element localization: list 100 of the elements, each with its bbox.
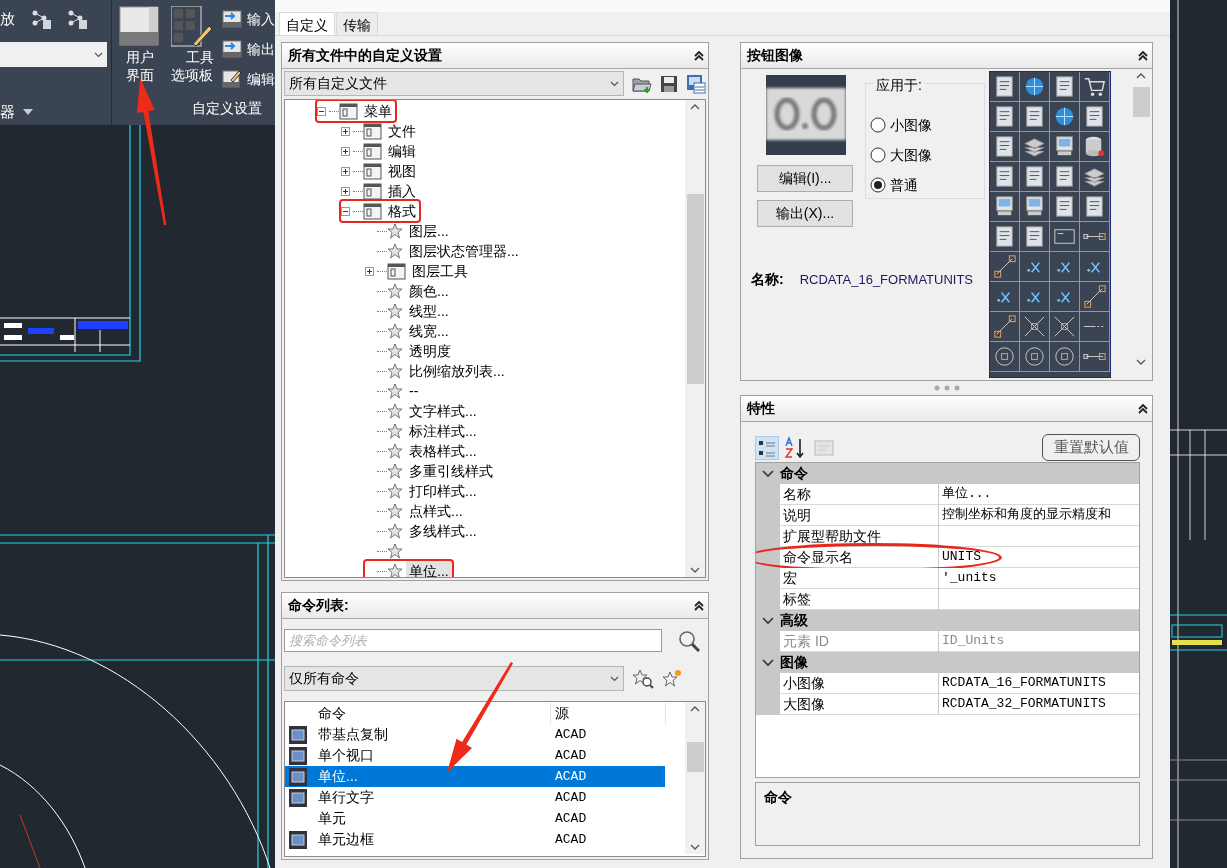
coordinate-icon[interactable] [1080,252,1110,282]
scroll-down-icon[interactable] [690,844,700,850]
ribbon-button[interactable]: 输入 [222,4,275,34]
radio-option[interactable]: 小图像 [870,110,984,140]
document-icon[interactable] [1050,72,1080,102]
scroll-thumb[interactable] [686,742,704,772]
tree-item[interactable]: 打印样式... [365,481,480,501]
star-search-icon[interactable] [632,668,654,689]
tree-item[interactable]: 线型... [365,301,452,321]
dashed-line-icon[interactable] [1080,312,1110,342]
document-icon[interactable] [990,72,1020,102]
command-row[interactable]: 单行文字 ACAD [285,787,665,808]
coordinate-icon[interactable] [1020,282,1050,312]
radio-option[interactable]: 普通 [870,170,984,200]
document-icon[interactable] [990,132,1020,162]
collapse-icon[interactable] [1137,49,1149,62]
expand-toggle-icon[interactable] [341,166,350,176]
line-node-icon[interactable] [1080,342,1110,372]
column-header[interactable]: 源 [551,702,666,724]
property-value[interactable]: 控制坐标和角度的显示精度和 [939,505,1139,526]
categorized-view-icon[interactable] [755,435,779,460]
tree-item[interactable]: 格式 [341,201,419,221]
tree-item[interactable]: 文字样式... [365,401,480,421]
caret-icon[interactable] [23,109,33,115]
tab[interactable]: 传输 [336,12,378,35]
command-row[interactable]: 带基点复制 ACAD [285,724,665,745]
scroll-up-icon[interactable] [690,706,700,712]
image-button[interactable]: 输出(X)... [757,200,853,227]
expand-toggle-icon[interactable] [341,146,350,156]
property-value[interactable]: '_units [939,568,1139,589]
scroll-up-icon[interactable] [690,104,700,110]
line-node-icon[interactable] [990,252,1020,282]
property-value[interactable]: UNITS [939,547,1139,568]
new-star-icon[interactable] [662,668,682,689]
document-icon[interactable] [1020,162,1050,192]
tree-item[interactable]: 颜色... [365,281,452,301]
share-icon[interactable] [31,9,51,29]
database-icon[interactable] [1080,132,1110,162]
tree-item[interactable]: 图层状态管理器... [365,241,522,261]
collapse-icon[interactable] [1137,402,1149,415]
property-value[interactable]: RCDATA_16_FORMATUNITS [939,673,1139,694]
scroll-down-icon[interactable] [690,567,700,573]
expand-toggle-icon[interactable] [341,186,350,196]
monitor-icon[interactable] [1020,192,1050,222]
tree-item[interactable]: 插入 [341,181,419,201]
share-icon[interactable] [67,9,87,29]
cross-icon[interactable] [1020,312,1050,342]
tree-item[interactable]: 多重引线样式 [365,461,496,481]
tab[interactable]: 自定义 [279,12,335,35]
window-icon[interactable] [1050,222,1080,252]
image-save-icon[interactable] [686,73,706,94]
radio-option[interactable]: 大图像 [870,140,984,170]
document-icon[interactable] [990,102,1020,132]
globe-icon[interactable] [1050,102,1080,132]
document-icon[interactable] [1020,102,1050,132]
layers-icon[interactable] [1080,162,1110,192]
tree-item[interactable]: 视图 [341,161,419,181]
document-icon[interactable] [1020,222,1050,252]
command-row[interactable]: 单个视口 ACAD [285,745,665,766]
document-icon[interactable] [1050,192,1080,222]
tree-item[interactable]: 图层工具 [365,261,471,281]
collapse-icon[interactable] [693,599,705,612]
ribbon-button[interactable]: 编辑 [222,64,275,94]
ribbon-button[interactable]: 用户界面 [118,0,162,98]
tree-item[interactable]: 点样式... [365,501,466,521]
save-icon[interactable] [660,74,678,93]
document-icon[interactable] [1050,162,1080,192]
tree-item[interactable]: 图层... [365,221,452,241]
search-field[interactable]: 搜索命令列表 [284,629,662,652]
scroll-thumb[interactable] [1132,87,1150,117]
ribbon-button[interactable]: 输出 [222,34,275,64]
tree-item[interactable]: 文件 [341,121,419,141]
image-gallery[interactable] [989,71,1111,378]
globe-icon[interactable] [1020,72,1050,102]
sort-az-icon[interactable] [783,435,807,460]
expand-toggle-icon[interactable] [317,106,326,116]
document-icon[interactable] [1080,192,1110,222]
dropdown[interactable]: 所有自定义文件 [284,71,624,96]
line-node-icon[interactable] [1080,222,1110,252]
command-row[interactable]: 单元边框 ACAD [285,829,665,850]
property-value[interactable]: 单位... [939,484,1139,505]
layers-icon[interactable] [1020,132,1050,162]
cart-icon[interactable] [1080,72,1110,102]
tree-item[interactable]: 编辑 [341,141,419,161]
dropdown[interactable]: 仅所有命令 [284,666,624,691]
image-button[interactable]: 编辑(I)... [757,165,853,192]
command-row[interactable]: 单元 ACAD [285,808,665,829]
document-icon[interactable] [1080,102,1110,132]
expand-toggle-icon[interactable] [341,206,350,216]
tree-item[interactable]: 比例缩放列表... [365,361,508,381]
tree-item[interactable]: 菜单 [317,101,395,121]
document-icon[interactable] [990,222,1020,252]
tree-item[interactable]: 表格样式... [365,441,480,461]
command-row[interactable]: 单位... ACAD [285,766,665,787]
coordinate-icon[interactable] [990,282,1020,312]
document-icon[interactable] [990,162,1020,192]
scroll-down-icon[interactable] [1136,359,1146,365]
tree-item[interactable]: 透明度 [365,341,454,361]
property-value[interactable]: RCDATA_32_FORMATUNITS [939,694,1139,715]
ribbon-button[interactable]: 工具选项板 [166,0,218,98]
